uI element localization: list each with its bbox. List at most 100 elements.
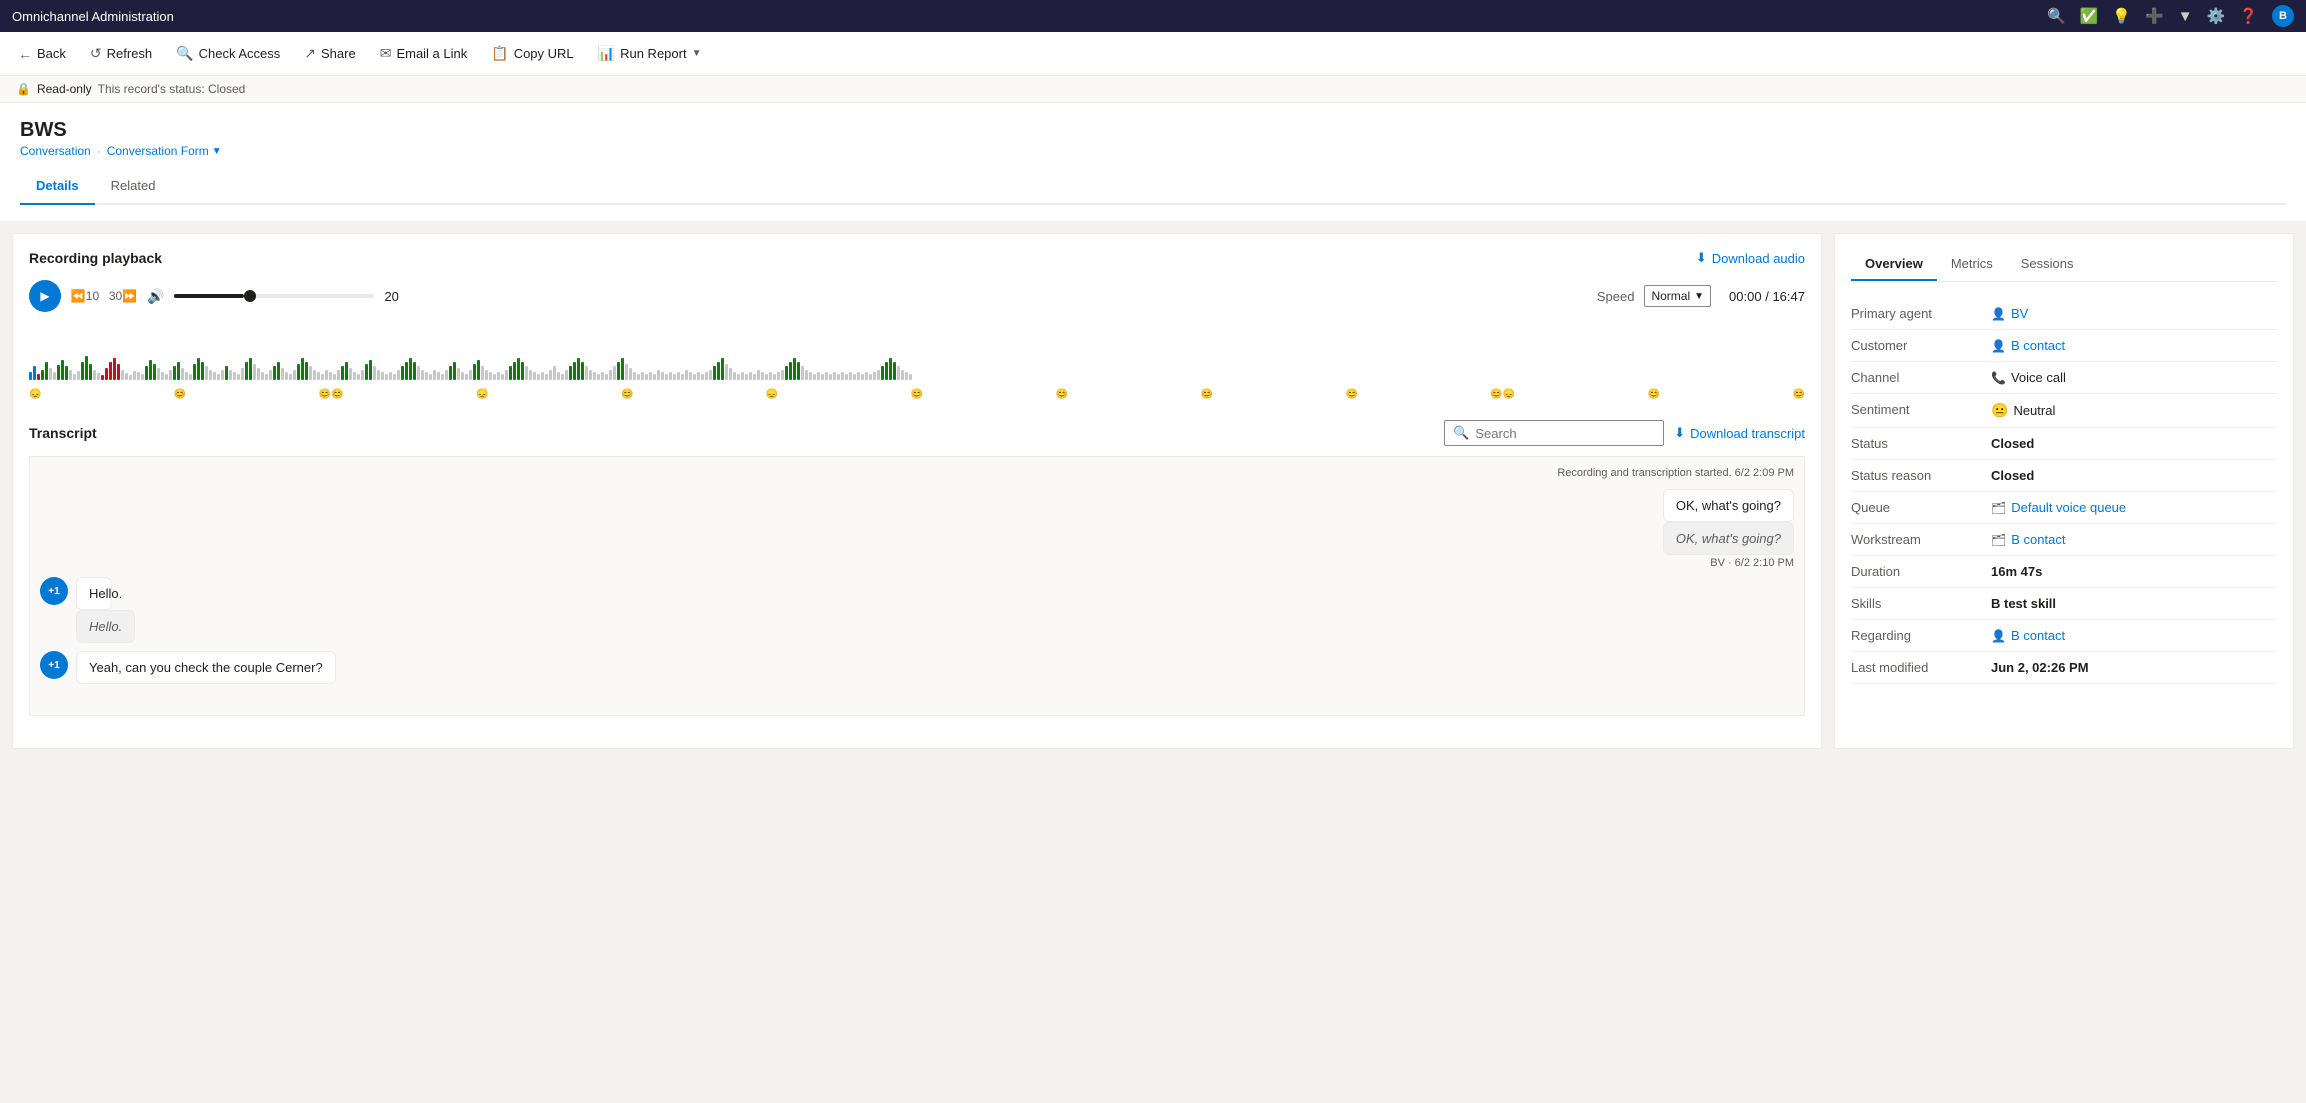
left-panel: Recording playback ⬇ Download audio ▶ ⏪1… bbox=[12, 233, 1822, 749]
seek-thumb[interactable] bbox=[244, 290, 256, 302]
app-title: Omnichannel Administration bbox=[12, 9, 174, 24]
person-icon: 👤 bbox=[1991, 307, 2006, 321]
command-bar: ← Back ↺ Refresh 🔍 Check Access ↗ Share … bbox=[0, 32, 2306, 76]
queue-icon: 🗂 bbox=[1991, 501, 2006, 515]
info-row-primary-agent: Primary agent👤 BV bbox=[1851, 298, 2277, 330]
chat-row-left-2: +1 Yeah, can you check the couple Cerner… bbox=[40, 651, 1794, 684]
info-value: 16m 47s bbox=[1991, 564, 2042, 579]
avatar-1: +1 bbox=[40, 577, 68, 605]
info-label: Queue bbox=[1851, 500, 1991, 515]
person-icon: 👤 bbox=[1991, 629, 2006, 643]
info-label: Customer bbox=[1851, 338, 1991, 353]
right-tab-overview[interactable]: Overview bbox=[1851, 250, 1937, 281]
right-panel: Overview Metrics Sessions Primary agent👤… bbox=[1834, 233, 2294, 749]
check-access-button[interactable]: 🔍 Check Access bbox=[166, 39, 290, 68]
info-value: 🗂 Default voice queue bbox=[1991, 500, 2126, 515]
info-value: Closed bbox=[1991, 468, 2034, 483]
speed-selector[interactable]: Normal ▼ bbox=[1644, 285, 1711, 307]
back-icon: ← bbox=[18, 46, 32, 62]
info-value: B test skill bbox=[1991, 596, 2056, 611]
lightbulb-icon[interactable]: 💡 bbox=[2112, 7, 2131, 25]
info-label: Regarding bbox=[1851, 628, 1991, 643]
chat-bubble-right-1: OK, what's going? OK, what's going? BV ·… bbox=[40, 489, 1794, 569]
speed-chevron-icon: ▼ bbox=[1694, 291, 1704, 302]
info-label: Status bbox=[1851, 436, 1991, 451]
info-row-queue: Queue🗂 Default voice queue bbox=[1851, 492, 2277, 524]
record-title: BWS bbox=[20, 119, 2286, 142]
emotion-row: 😞😊😊😊😞😊😞😊😊😊😊😊😞😊😊 bbox=[29, 386, 1805, 402]
filter-icon[interactable]: ▼ bbox=[2178, 8, 2193, 25]
info-row-sentiment: Sentiment😐Neutral bbox=[1851, 394, 2277, 428]
info-label: Status reason bbox=[1851, 468, 1991, 483]
right-tab-metrics[interactable]: Metrics bbox=[1937, 250, 2007, 281]
download-audio-button[interactable]: ⬇ Download audio bbox=[1696, 250, 1805, 266]
share-button[interactable]: ↗ Share bbox=[294, 39, 365, 68]
readonly-banner: 🔒 Read-only This record's status: Closed bbox=[0, 76, 2306, 103]
info-link[interactable]: B contact bbox=[2011, 532, 2065, 547]
info-label: Workstream bbox=[1851, 532, 1991, 547]
info-label: Last modified bbox=[1851, 660, 1991, 675]
bubble-right-italic-1: OK, what's going? bbox=[1663, 522, 1794, 555]
phone-icon: 📞 bbox=[1991, 371, 2006, 385]
skip-forward-30-button[interactable]: 30⏩ bbox=[109, 282, 137, 310]
transcript-header: Transcript 🔍 ⬇ Download transcript bbox=[29, 420, 1805, 446]
settings-check-icon[interactable]: ✅ bbox=[2080, 7, 2099, 25]
seek-fill bbox=[174, 294, 244, 298]
info-link[interactable]: B contact bbox=[2011, 628, 2065, 643]
bubble-left-italic-1: Hello. bbox=[76, 610, 135, 643]
check-access-icon: 🔍 bbox=[176, 45, 193, 62]
avatar-2: +1 bbox=[40, 651, 68, 679]
info-label: Skills bbox=[1851, 596, 1991, 611]
breadcrumb-conversation-link[interactable]: Conversation bbox=[20, 144, 91, 158]
email-icon: ✉ bbox=[380, 45, 392, 62]
breadcrumb-form-link[interactable]: Conversation Form ▼ bbox=[107, 144, 222, 158]
play-button[interactable]: ▶ bbox=[29, 280, 61, 312]
info-link[interactable]: Default voice queue bbox=[2011, 500, 2126, 515]
recording-section-title: Recording playback bbox=[29, 250, 162, 266]
top-nav-icons: 🔍 ✅ 💡 ➕ ▼ ⚙️ ❓ B bbox=[2047, 5, 2294, 27]
info-row-regarding: Regarding👤 B contact bbox=[1851, 620, 2277, 652]
lock-icon: 🔒 bbox=[16, 82, 31, 96]
right-tab-sessions[interactable]: Sessions bbox=[2007, 250, 2088, 281]
user-avatar[interactable]: B bbox=[2272, 5, 2294, 27]
search-box[interactable]: 🔍 bbox=[1444, 420, 1664, 446]
info-value: 😐Neutral bbox=[1991, 402, 2055, 419]
tab-related[interactable]: Related bbox=[95, 170, 172, 205]
bubble-left-2: Yeah, can you check the couple Cerner? bbox=[76, 651, 336, 684]
main-content: BWS Conversation · Conversation Form ▼ D… bbox=[0, 103, 2306, 221]
run-report-button[interactable]: 📊 Run Report ▼ bbox=[588, 39, 712, 68]
volume-button[interactable]: 🔊 bbox=[147, 288, 164, 305]
seek-bar[interactable] bbox=[174, 294, 374, 298]
refresh-button[interactable]: ↺ Refresh bbox=[80, 39, 162, 68]
copy-url-button[interactable]: 📋 Copy URL bbox=[481, 39, 583, 68]
transcript-section-title: Transcript bbox=[29, 425, 97, 441]
info-value: 👤 BV bbox=[1991, 306, 2028, 321]
info-row-channel: Channel📞Voice call bbox=[1851, 362, 2277, 394]
report-icon: 📊 bbox=[598, 45, 615, 62]
search-icon[interactable]: 🔍 bbox=[2047, 7, 2066, 25]
right-tabs: Overview Metrics Sessions bbox=[1851, 250, 2277, 282]
top-navigation-bar: Omnichannel Administration 🔍 ✅ 💡 ➕ ▼ ⚙️ … bbox=[0, 0, 2306, 32]
info-label: Primary agent bbox=[1851, 306, 1991, 321]
info-link[interactable]: BV bbox=[2011, 306, 2028, 321]
skip-back-10-button[interactable]: ⏪10 bbox=[71, 282, 99, 310]
info-row-customer: Customer👤 B contact bbox=[1851, 330, 2277, 362]
waveform[interactable] bbox=[29, 320, 1805, 380]
plus-icon[interactable]: ➕ bbox=[2145, 7, 2164, 25]
gear-icon[interactable]: ⚙️ bbox=[2207, 7, 2226, 25]
info-value: 📞Voice call bbox=[1991, 370, 2066, 385]
email-link-button[interactable]: ✉ Email a Link bbox=[370, 39, 478, 68]
info-link[interactable]: B contact bbox=[2011, 338, 2065, 353]
info-value: 👤 B contact bbox=[1991, 628, 2065, 643]
info-row-skills: SkillsB test skill bbox=[1851, 588, 2277, 620]
help-icon[interactable]: ❓ bbox=[2239, 7, 2258, 25]
run-report-chevron-icon: ▼ bbox=[692, 48, 702, 59]
back-button[interactable]: ← Back bbox=[8, 40, 76, 68]
speed-label: Speed bbox=[1597, 289, 1635, 304]
search-input[interactable] bbox=[1475, 426, 1655, 441]
info-row-workstream: Workstream🗂B contact bbox=[1851, 524, 2277, 556]
tab-details[interactable]: Details bbox=[20, 170, 95, 205]
person-icon: 👤 bbox=[1991, 339, 2006, 353]
time-display: 00:00 / 16:47 bbox=[1729, 289, 1805, 304]
download-transcript-button[interactable]: ⬇ Download transcript bbox=[1674, 425, 1805, 441]
